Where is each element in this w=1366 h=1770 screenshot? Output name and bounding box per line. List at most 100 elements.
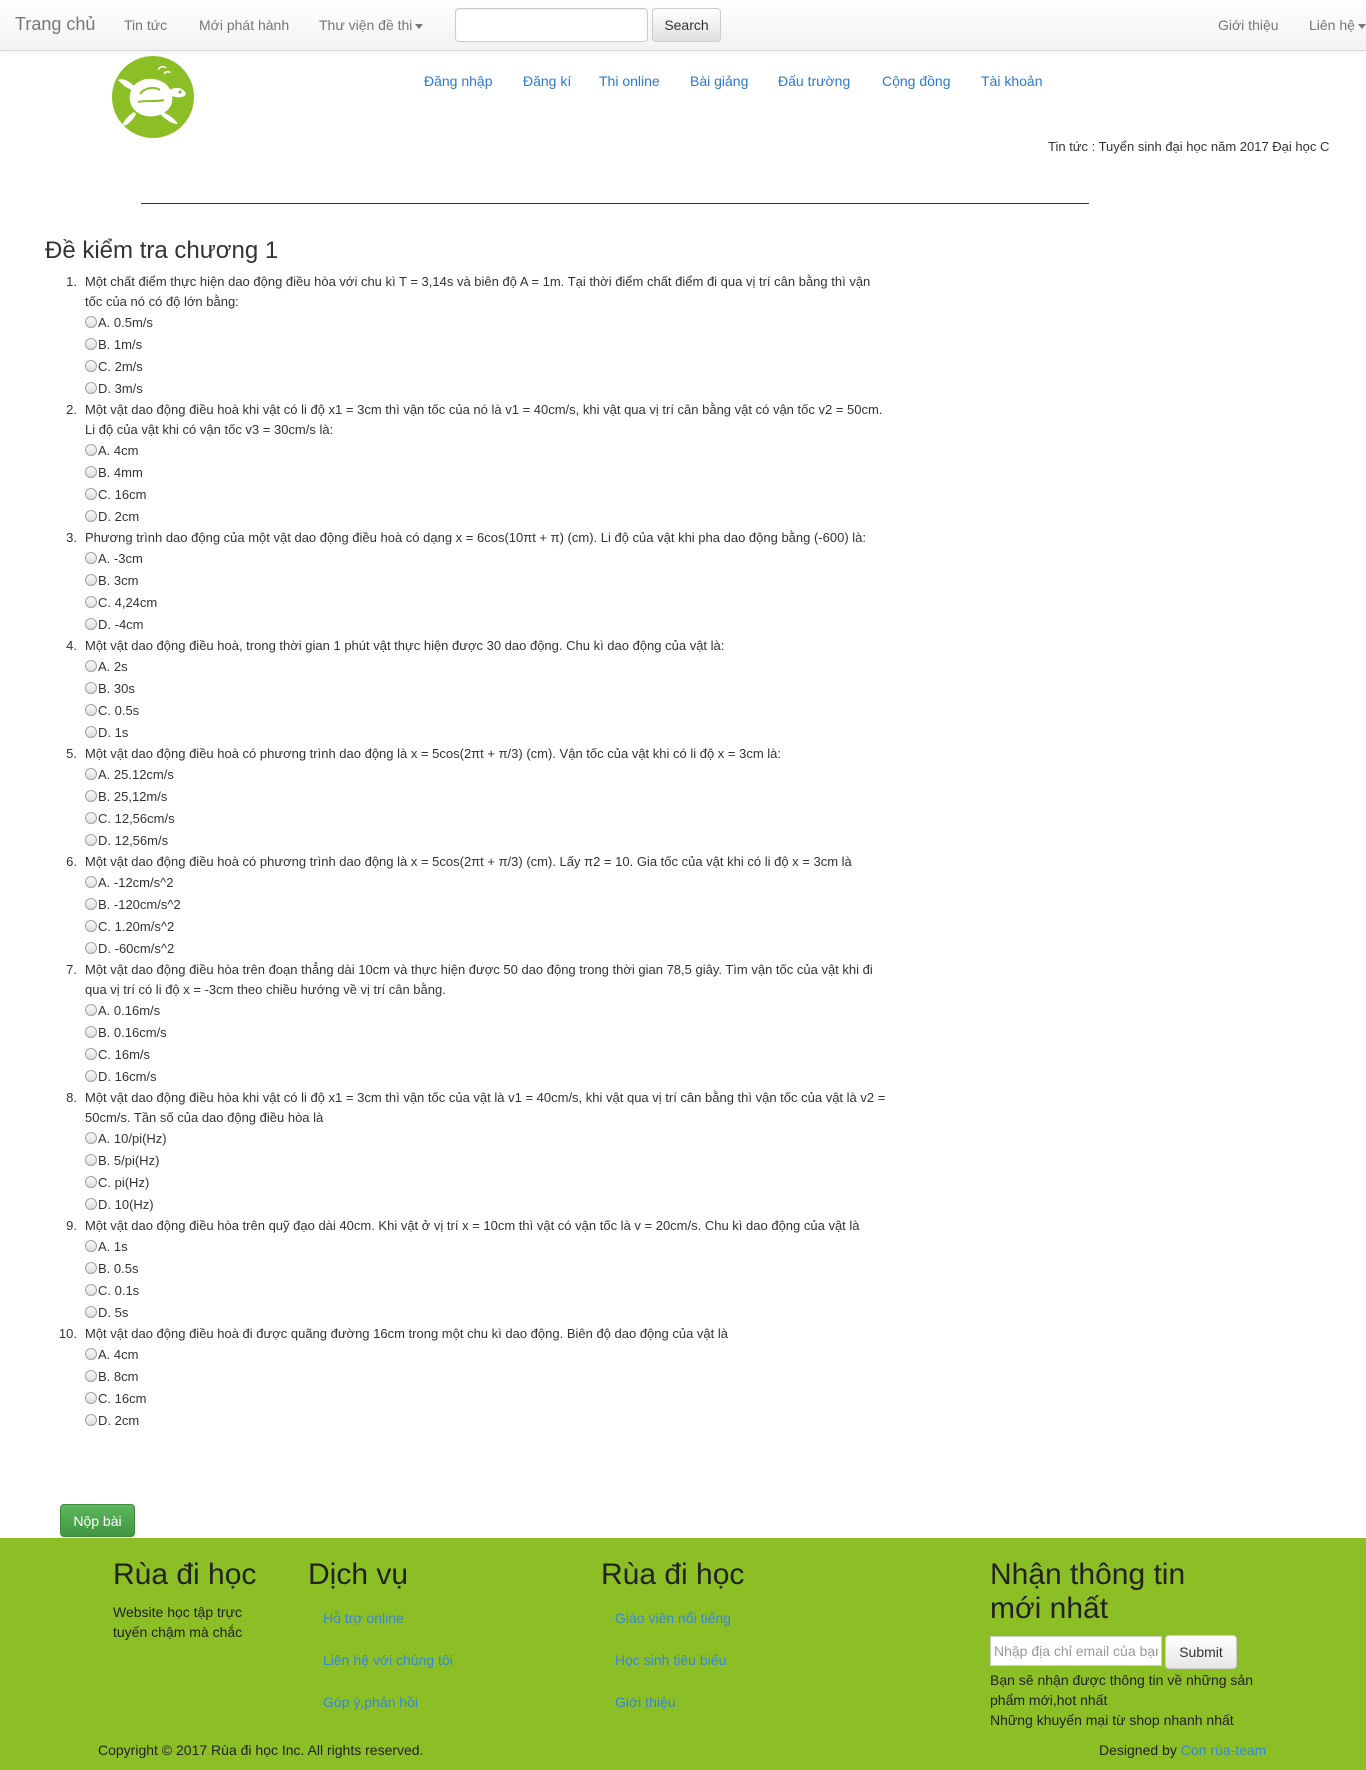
answer-radio[interactable] [85, 338, 97, 350]
answer-radio[interactable] [85, 618, 97, 630]
answer-option[interactable]: A. 0.5m/s [84, 312, 890, 334]
nav-register[interactable]: Đăng kí [523, 73, 571, 89]
answer-option[interactable]: C. 16cm [84, 484, 890, 506]
answer-option[interactable]: B. 3cm [84, 570, 890, 592]
answer-radio[interactable] [85, 1262, 97, 1274]
answer-option[interactable]: A. 0.16m/s [84, 1000, 890, 1022]
answer-radio[interactable] [85, 790, 97, 802]
answer-radio[interactable] [85, 1392, 97, 1404]
answer-option[interactable]: D. -60cm/s^2 [84, 938, 890, 960]
nav-account[interactable]: Tài khoản [981, 73, 1042, 89]
answer-option[interactable]: C. 16cm [84, 1388, 890, 1410]
nav-news[interactable]: Tin tức [124, 17, 167, 33]
answer-option[interactable]: C. 4,24cm [84, 592, 890, 614]
answer-radio[interactable] [85, 596, 97, 608]
answer-radio[interactable] [85, 1240, 97, 1252]
newsletter-submit-button[interactable]: Submit [1165, 1635, 1237, 1669]
answer-option[interactable]: C. 12,56cm/s [84, 808, 890, 830]
answer-option[interactable]: D. 1s [84, 722, 890, 744]
answer-option[interactable]: A. 1s [84, 1236, 890, 1258]
answer-option[interactable]: C. 0.1s [84, 1280, 890, 1302]
answer-radio[interactable] [85, 812, 97, 824]
nav-exam-library[interactable]: Thư viện đề thi [319, 17, 424, 33]
answer-option[interactable]: C. pi(Hz) [84, 1172, 890, 1194]
answer-option[interactable]: A. 25.12cm/s [84, 764, 890, 786]
answer-radio[interactable] [85, 360, 97, 372]
answer-option[interactable]: D. 3m/s [84, 378, 890, 400]
answer-radio[interactable] [85, 1154, 97, 1166]
answer-radio[interactable] [85, 1048, 97, 1060]
news-ticker[interactable]: Tin tức : Tuyển sinh đại học năm 2017 Đạ… [1048, 139, 1351, 154]
answer-radio[interactable] [85, 1370, 97, 1382]
answer-option[interactable]: D. 2cm [84, 1410, 890, 1432]
answer-radio[interactable] [85, 382, 97, 394]
answer-option[interactable]: D. 12,56m/s [84, 830, 890, 852]
answer-radio[interactable] [85, 898, 97, 910]
answer-option[interactable]: D. 16cm/s [84, 1066, 890, 1088]
footer-link-famous-teachers[interactable]: Giáo viên nổi tiếng [615, 1610, 731, 1626]
nav-arena[interactable]: Đấu trường [778, 73, 850, 89]
answer-radio[interactable] [85, 1026, 97, 1038]
answer-option[interactable]: A. -12cm/s^2 [84, 872, 890, 894]
answer-radio[interactable] [85, 552, 97, 564]
answer-radio[interactable] [85, 1348, 97, 1360]
answer-option[interactable]: B. 25,12m/s [84, 786, 890, 808]
answer-option[interactable]: A. 2s [84, 656, 890, 678]
answer-radio[interactable] [85, 1198, 97, 1210]
answer-radio[interactable] [85, 574, 97, 586]
answer-option[interactable]: C. 16m/s [84, 1044, 890, 1066]
answer-option[interactable]: A. 4cm [84, 1344, 890, 1366]
answer-option[interactable]: B. 4mm [84, 462, 890, 484]
answer-radio[interactable] [85, 834, 97, 846]
answer-radio[interactable] [85, 1070, 97, 1082]
answer-radio[interactable] [85, 920, 97, 932]
footer-link-about[interactable]: Giới thiệu [615, 1694, 676, 1710]
answer-option[interactable]: B. 0.5s [84, 1258, 890, 1280]
newsletter-email-input[interactable] [990, 1636, 1162, 1666]
answer-radio[interactable] [85, 1414, 97, 1426]
answer-radio[interactable] [85, 316, 97, 328]
answer-radio[interactable] [85, 876, 97, 888]
footer-link-feedback[interactable]: Góp ý,phản hồi [323, 1694, 418, 1710]
answer-option[interactable]: C. 0.5s [84, 700, 890, 722]
footer-link-contact-us[interactable]: Liên hệ với chúng tôi [323, 1652, 453, 1668]
answer-radio[interactable] [85, 444, 97, 456]
answer-option[interactable]: C. 2m/s [84, 356, 890, 378]
answer-option[interactable]: B. 30s [84, 678, 890, 700]
answer-radio[interactable] [85, 704, 97, 716]
nav-online-exam[interactable]: Thi online [599, 73, 660, 89]
answer-option[interactable]: A. -3cm [84, 548, 890, 570]
answer-radio[interactable] [85, 726, 97, 738]
nav-lessons[interactable]: Bài giảng [690, 73, 748, 89]
nav-contact[interactable]: Liên hệ [1309, 17, 1366, 33]
nav-community[interactable]: Cộng đồng [882, 73, 951, 89]
answer-radio[interactable] [85, 1284, 97, 1296]
nav-login[interactable]: Đăng nhập [424, 73, 493, 89]
answer-option[interactable]: A. 10/pi(Hz) [84, 1128, 890, 1150]
answer-option[interactable]: D. 10(Hz) [84, 1194, 890, 1216]
nav-about[interactable]: Giới thiệu [1218, 17, 1279, 33]
footer-link-online-support[interactable]: Hỗ trợ online [323, 1610, 404, 1626]
submit-exam-button[interactable]: Nộp bài [60, 1504, 135, 1537]
answer-radio[interactable] [85, 768, 97, 780]
search-button[interactable]: Search [652, 8, 721, 42]
home-link[interactable]: Trang chủ [15, 14, 95, 35]
answer-option[interactable]: C. 1.20m/s^2 [84, 916, 890, 938]
search-input[interactable] [455, 8, 648, 42]
answer-option[interactable]: D. 2cm [84, 506, 890, 528]
answer-radio[interactable] [85, 1132, 97, 1144]
nav-new-releases[interactable]: Mới phát hành [199, 17, 289, 33]
answer-option[interactable]: D. 5s [84, 1302, 890, 1324]
answer-radio[interactable] [85, 1004, 97, 1016]
answer-option[interactable]: A. 4cm [84, 440, 890, 462]
answer-option[interactable]: B. -120cm/s^2 [84, 894, 890, 916]
designer-link[interactable]: Con rùa-team [1181, 1742, 1267, 1758]
answer-option[interactable]: B. 8cm [84, 1366, 890, 1388]
footer-link-top-students[interactable]: Học sinh tiêu biểu [615, 1652, 726, 1668]
answer-radio[interactable] [85, 510, 97, 522]
answer-radio[interactable] [85, 1176, 97, 1188]
answer-option[interactable]: B. 0.16cm/s [84, 1022, 890, 1044]
answer-radio[interactable] [85, 488, 97, 500]
answer-radio[interactable] [85, 942, 97, 954]
answer-radio[interactable] [85, 682, 97, 694]
